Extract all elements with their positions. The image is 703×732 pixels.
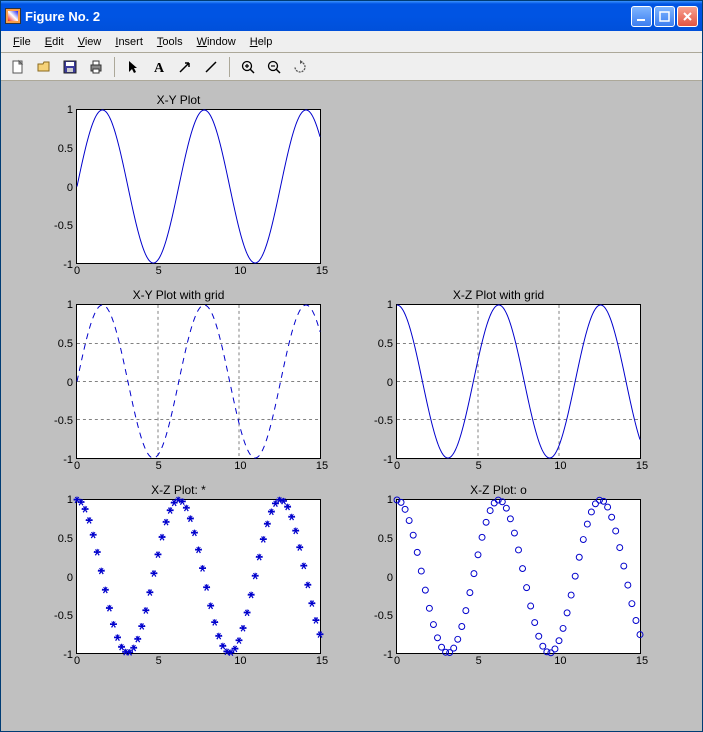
ytick-label: 1 bbox=[43, 494, 73, 506]
text-button[interactable]: A bbox=[148, 56, 170, 78]
xtick-label: 0 bbox=[394, 460, 400, 472]
menu-help[interactable]: Help bbox=[244, 34, 279, 50]
ytick-label: -0.5 bbox=[43, 415, 73, 427]
ytick-label: -0.5 bbox=[43, 610, 73, 622]
ytick-label: -0.5 bbox=[363, 610, 393, 622]
xtick-label: 10 bbox=[234, 655, 246, 667]
ytick-label: -1 bbox=[43, 259, 73, 271]
menu-edit[interactable]: Edit bbox=[39, 34, 70, 50]
figure-window: Figure No. 2 File Edit View Insert Tools… bbox=[0, 0, 703, 732]
toolbar-separator bbox=[114, 57, 115, 77]
minimize-button[interactable] bbox=[631, 6, 652, 27]
xtick-label: 15 bbox=[316, 460, 328, 472]
matlab-icon bbox=[5, 8, 21, 24]
xtick-label: 5 bbox=[156, 460, 162, 472]
ytick-label: -1 bbox=[363, 454, 393, 466]
titlebar[interactable]: Figure No. 2 bbox=[1, 1, 702, 31]
arrow-button[interactable] bbox=[174, 56, 196, 78]
ytick-label: 0 bbox=[363, 572, 393, 584]
xtick-label: 15 bbox=[636, 460, 648, 472]
menu-insert[interactable]: Insert bbox=[109, 34, 149, 50]
plot-title: X-Y Plot bbox=[36, 93, 321, 107]
xtick-label: 5 bbox=[156, 655, 162, 667]
xtick-label: 15 bbox=[316, 265, 328, 277]
ytick-label: 0.5 bbox=[43, 533, 73, 545]
ytick-label: 0.5 bbox=[43, 338, 73, 350]
ytick-label: 0.5 bbox=[43, 143, 73, 155]
ytick-label: 1 bbox=[363, 299, 393, 311]
xtick-label: 10 bbox=[554, 655, 566, 667]
xtick-label: 5 bbox=[476, 460, 482, 472]
menu-view[interactable]: View bbox=[72, 34, 108, 50]
rotate-button[interactable] bbox=[289, 56, 311, 78]
xtick-label: 10 bbox=[234, 265, 246, 277]
menubar: File Edit View Insert Tools Window Help bbox=[1, 31, 702, 53]
pointer-button[interactable] bbox=[122, 56, 144, 78]
menu-tools[interactable]: Tools bbox=[151, 34, 189, 50]
ytick-label: 0.5 bbox=[363, 338, 393, 350]
print-button[interactable] bbox=[85, 56, 107, 78]
line-button[interactable] bbox=[200, 56, 222, 78]
plot-title: X-Z Plot with grid bbox=[356, 288, 641, 302]
plot-xz_grid[interactable]: X-Z Plot with grid -1-0.500.51051015 bbox=[356, 288, 641, 459]
window-title: Figure No. 2 bbox=[25, 9, 631, 24]
ytick-label: 0.5 bbox=[363, 533, 393, 545]
zoom-out-button[interactable] bbox=[263, 56, 285, 78]
ytick-label: -0.5 bbox=[363, 415, 393, 427]
save-button[interactable] bbox=[59, 56, 81, 78]
xtick-label: 10 bbox=[234, 460, 246, 472]
xtick-label: 5 bbox=[156, 265, 162, 277]
xtick-label: 5 bbox=[476, 655, 482, 667]
close-button[interactable] bbox=[677, 6, 698, 27]
svg-text:A: A bbox=[154, 61, 165, 75]
new-button[interactable] bbox=[7, 56, 29, 78]
toolbar-separator bbox=[229, 57, 230, 77]
toolbar: A bbox=[1, 53, 702, 81]
plot-xz_o[interactable]: X-Z Plot: o -1-0.500.51051015 bbox=[356, 483, 641, 654]
ytick-label: -1 bbox=[43, 454, 73, 466]
xtick-label: 0 bbox=[394, 655, 400, 667]
plot-title: X-Y Plot with grid bbox=[36, 288, 321, 302]
ytick-label: -0.5 bbox=[43, 220, 73, 232]
ytick-label: 0 bbox=[43, 572, 73, 584]
zoom-in-button[interactable] bbox=[237, 56, 259, 78]
ytick-label: 1 bbox=[43, 104, 73, 116]
xtick-label: 15 bbox=[316, 655, 328, 667]
ytick-label: 1 bbox=[43, 299, 73, 311]
plot-title: X-Z Plot: o bbox=[356, 483, 641, 497]
menu-window[interactable]: Window bbox=[191, 34, 242, 50]
figure-content: X-Y Plot -1-0.500.51051015X-Y Plot with … bbox=[1, 81, 702, 731]
plot-xz_star[interactable]: X-Z Plot: * -1-0.500.51051015 bbox=[36, 483, 321, 654]
plot-xy_grid[interactable]: X-Y Plot with grid -1-0.500.51051015 bbox=[36, 288, 321, 459]
xtick-label: 15 bbox=[636, 655, 648, 667]
ytick-label: -1 bbox=[363, 649, 393, 661]
plot-xy[interactable]: X-Y Plot -1-0.500.51051015 bbox=[36, 93, 321, 264]
xtick-label: 0 bbox=[74, 265, 80, 277]
ytick-label: 0 bbox=[363, 377, 393, 389]
menu-file[interactable]: File bbox=[7, 34, 37, 50]
xtick-label: 10 bbox=[554, 460, 566, 472]
open-button[interactable] bbox=[33, 56, 55, 78]
xtick-label: 0 bbox=[74, 655, 80, 667]
plot-title: X-Z Plot: * bbox=[36, 483, 321, 497]
ytick-label: 0 bbox=[43, 377, 73, 389]
ytick-label: -1 bbox=[43, 649, 73, 661]
maximize-button[interactable] bbox=[654, 6, 675, 27]
ytick-label: 0 bbox=[43, 182, 73, 194]
ytick-label: 1 bbox=[363, 494, 393, 506]
xtick-label: 0 bbox=[74, 460, 80, 472]
